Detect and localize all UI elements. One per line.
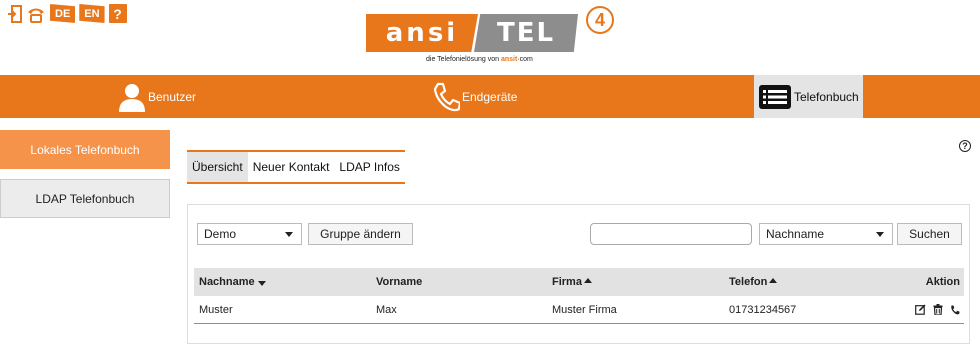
chevron-down-icon [285, 232, 293, 237]
tab-uebersicht[interactable]: Übersicht [187, 152, 248, 182]
cell-aktion [899, 304, 964, 315]
tagline-suffix: ·com [517, 56, 533, 63]
search-input[interactable] [590, 223, 752, 245]
sort-asc-icon [583, 277, 592, 283]
logo-version: 4 [586, 6, 614, 34]
logo-ansi: ansi [366, 14, 478, 52]
sidebar-item-lokales-telefonbuch[interactable]: Lokales Telefonbuch [0, 130, 170, 169]
lang-en-button[interactable]: EN [79, 4, 105, 23]
group-change-button[interactable]: Gruppe ändern [308, 223, 413, 245]
contacts-panel: Demo Gruppe ändern Nachname Suchen Nachn… [187, 204, 970, 344]
header: DE EN ? ansi TEL 4 die Telefonielösung v… [0, 0, 980, 75]
help-icon[interactable]: ? [959, 140, 971, 152]
sort-desc-icon [257, 280, 266, 286]
search-button[interactable]: Suchen [897, 223, 962, 245]
col-telefon[interactable]: Telefon [724, 276, 899, 288]
search-field-value: Nachname [766, 227, 825, 241]
lang-de-button[interactable]: DE [50, 4, 76, 23]
top-icon-bar: DE EN ? [8, 4, 127, 23]
logo-tel: TEL [474, 14, 578, 52]
group-select[interactable]: Demo [197, 223, 302, 245]
col-aktion: Aktion [925, 276, 960, 288]
tab-ldap-infos[interactable]: LDAP Infos [334, 152, 404, 182]
table-header: Nachname Vorname Firma Telefon Aktion [194, 268, 964, 296]
col-telefon-label: Telefon [729, 276, 768, 288]
nav-telefonbuch[interactable]: Telefonbuch [754, 75, 863, 118]
sidebar-item-ldap-telefonbuch[interactable]: LDAP Telefonbuch [0, 179, 170, 218]
nav-benutzer[interactable]: Benutzer [118, 75, 196, 118]
main-nav: Benutzer Endgeräte Telefonbuch [0, 75, 980, 118]
nav-telefonbuch-label: Telefonbuch [794, 89, 859, 104]
cell-vorname: Max [376, 303, 397, 316]
table-row: Muster Max Muster Firma 01731234567 [194, 296, 964, 324]
tab-bar: Übersicht Neuer Kontakt LDAP Infos [187, 150, 405, 184]
group-select-value: Demo [204, 227, 237, 241]
col-nachname[interactable]: Nachname [194, 276, 371, 288]
tagline-brand: ansit [500, 56, 518, 63]
phone-icon[interactable] [26, 4, 46, 23]
col-firma-label: Firma [552, 276, 582, 288]
cell-nachname: Muster [199, 303, 233, 316]
contacts-table: Nachname Vorname Firma Telefon Aktion Mu… [194, 268, 964, 324]
sort-asc-icon [769, 277, 778, 283]
logout-icon[interactable] [8, 4, 22, 23]
user-icon [118, 82, 146, 112]
col-firma[interactable]: Firma [547, 276, 724, 288]
chevron-down-icon [876, 232, 884, 237]
col-nachname-label: Nachname [199, 276, 255, 288]
edit-icon[interactable] [915, 304, 926, 315]
phone-handset-icon [432, 82, 460, 112]
nav-benutzer-label: Benutzer [148, 89, 197, 104]
cell-telefon: 01731234567 [729, 303, 797, 316]
logo-tagline: die Telefonielösung von ansit·com [426, 56, 533, 63]
nav-endgeraete-label: Endgeräte [462, 89, 518, 104]
logo-bar: ansi TEL [366, 14, 582, 52]
tab-neuer-kontakt[interactable]: Neuer Kontakt [248, 152, 335, 182]
call-icon[interactable] [950, 305, 960, 315]
trash-icon[interactable] [933, 304, 943, 315]
addressbook-icon [758, 83, 792, 111]
ansitel-logo: ansi TEL 4 die Telefonielösung von ansit… [366, 6, 616, 70]
nav-endgeraete[interactable]: Endgeräte [432, 75, 517, 118]
tagline-prefix: die Telefonielösung von [426, 56, 501, 63]
search-field-select[interactable]: Nachname [759, 223, 893, 245]
cell-firma: Muster Firma [552, 303, 617, 316]
col-vorname[interactable]: Vorname [371, 276, 547, 288]
help-button[interactable]: ? [108, 4, 127, 23]
